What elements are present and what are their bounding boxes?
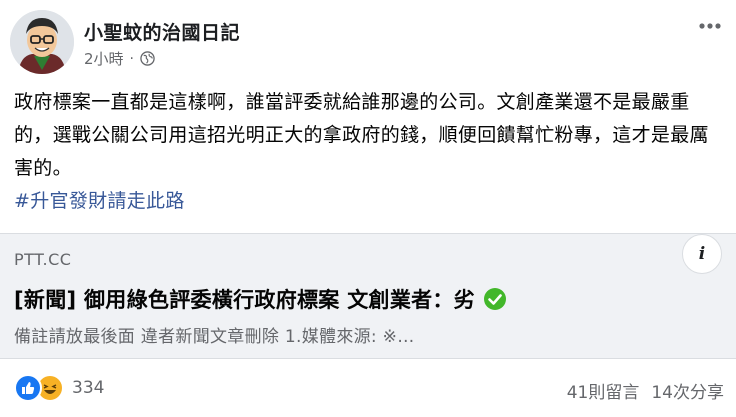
post-header: 小聖蚊的治國日記 2小時 · (10, 10, 726, 74)
link-domain: PTT.CC (14, 250, 72, 269)
post-timestamp[interactable]: 2小時 (84, 48, 124, 69)
post-footer: 334 41則留言 14次分享 (0, 370, 736, 408)
comments-count-link[interactable]: 41則留言 (567, 378, 640, 403)
like-reaction-icon (14, 374, 42, 402)
link-description: 備註請放最後面 違者新聞文章刪除 1.媒體來源: ※… (14, 327, 415, 347)
meta-separator: · (129, 50, 134, 67)
page-name-link[interactable]: 小聖蚊的治國日記 (84, 18, 240, 45)
info-icon: i (698, 244, 706, 264)
reactions-summary[interactable]: 334 (14, 374, 104, 402)
reaction-count: 334 (72, 378, 105, 398)
more-icon (699, 23, 721, 29)
engagement-stats: 41則留言 14次分享 (567, 378, 724, 403)
avatar-cartoon-icon (10, 10, 74, 74)
avatar[interactable] (10, 10, 74, 74)
check-circle-icon (484, 288, 507, 310)
post-body-text: 政府標案一直都是這樣啊，誰當評委就給誰那邊的公司。文創產業還不是最嚴重的，選戰公… (14, 91, 709, 179)
info-button[interactable]: i (682, 234, 722, 274)
link-title-row[interactable]: [新聞] 御用綠色評委橫行政府標案 文創業者：劣 (14, 284, 507, 314)
post-meta: 2小時 · (84, 48, 155, 69)
link-title: [新聞] 御用綠色評委橫行政府標案 文創業者：劣 (14, 288, 476, 312)
thumbs-up-icon (22, 382, 35, 394)
shares-count-link[interactable]: 14次分享 (651, 378, 724, 403)
more-options-button[interactable] (696, 16, 724, 36)
link-preview-card[interactable]: PTT.CC i [新聞] 御用綠色評委橫行政府標案 文創業者：劣 備註請放最後… (0, 233, 736, 359)
globe-icon (140, 51, 155, 66)
hashtag-link[interactable]: #升官發財請走此路 (14, 186, 185, 213)
